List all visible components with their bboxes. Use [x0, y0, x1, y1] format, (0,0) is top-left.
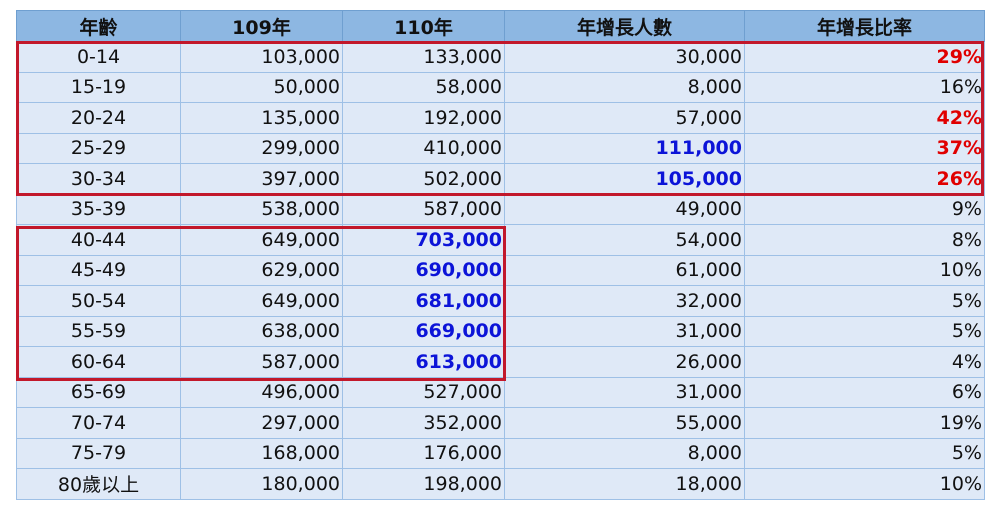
- table-row: 15-19 50,000 58,000 8,000 16%: [16, 71, 985, 103]
- age-cell: 40-44: [16, 224, 181, 256]
- growth-rate-cell: 10%: [744, 468, 985, 500]
- population-growth-table: 年齡 109年 110年 年增長人數 年增長比率 0-14 103,000 133,…: [16, 10, 985, 500]
- increase-cell: 32,000: [504, 285, 745, 317]
- growth-rate-cell: 5%: [744, 315, 985, 347]
- year-109-cell: 397,000: [180, 163, 343, 195]
- table-row: 30-34 397,000 502,000 105,000 26%: [16, 163, 985, 195]
- age-cell: 60-64: [16, 346, 181, 378]
- table-row: 40-44 649,000 703,000 54,000 8%: [16, 224, 985, 256]
- table-row: 65-69 496,000 527,000 31,000 6%: [16, 376, 985, 408]
- increase-cell: 18,000: [504, 468, 745, 500]
- table-row: 60-64 587,000 613,000 26,000 4%: [16, 346, 985, 378]
- growth-rate-cell: 29%: [744, 41, 985, 73]
- growth-rate-cell: 9%: [744, 193, 985, 225]
- age-cell: 50-54: [16, 285, 181, 317]
- growth-rate-cell: 4%: [744, 346, 985, 378]
- year-109-cell: 299,000: [180, 132, 343, 164]
- year-109-cell: 638,000: [180, 315, 343, 347]
- table-row: 25-29 299,000 410,000 111,000 37%: [16, 132, 985, 164]
- table-row: 80歲以上 180,000 198,000 18,000 10%: [16, 468, 985, 500]
- population-table-container: 年齡 109年 110年 年增長人數 年增長比率 0-14 103,000 133,…: [16, 10, 985, 500]
- table-row: 20-24 135,000 192,000 57,000 42%: [16, 102, 985, 134]
- increase-cell: 55,000: [504, 407, 745, 439]
- increase-cell: 31,000: [504, 315, 745, 347]
- increase-cell: 61,000: [504, 254, 745, 286]
- age-cell: 25-29: [16, 132, 181, 164]
- table-row: 75-79 168,000 176,000 8,000 5%: [16, 437, 985, 469]
- increase-cell: 105,000: [504, 163, 745, 195]
- growth-rate-cell: 26%: [744, 163, 985, 195]
- age-cell: 20-24: [16, 102, 181, 134]
- year-109-cell: 168,000: [180, 437, 343, 469]
- age-cell: 0-14: [16, 41, 181, 73]
- table-row: 55-59 638,000 669,000 31,000 5%: [16, 315, 985, 347]
- header-age: 年齡: [16, 10, 181, 42]
- growth-rate-cell: 37%: [744, 132, 985, 164]
- age-cell: 65-69: [16, 376, 181, 408]
- header-annual-increase: 年增長人數: [504, 10, 745, 42]
- year-109-cell: 297,000: [180, 407, 343, 439]
- year-110-cell: 587,000: [342, 193, 505, 225]
- year-110-cell: 527,000: [342, 376, 505, 408]
- year-110-cell: 133,000: [342, 41, 505, 73]
- increase-cell: 31,000: [504, 376, 745, 408]
- year-109-cell: 649,000: [180, 224, 343, 256]
- age-cell: 30-34: [16, 163, 181, 195]
- year-110-cell: 502,000: [342, 163, 505, 195]
- growth-rate-cell: 8%: [744, 224, 985, 256]
- year-109-cell: 180,000: [180, 468, 343, 500]
- increase-cell: 8,000: [504, 71, 745, 103]
- increase-cell: 54,000: [504, 224, 745, 256]
- year-109-cell: 496,000: [180, 376, 343, 408]
- year-110-cell: 703,000: [342, 224, 505, 256]
- year-110-cell: 410,000: [342, 132, 505, 164]
- header-annual-growth-rate: 年增長比率: [744, 10, 985, 42]
- increase-cell: 8,000: [504, 437, 745, 469]
- age-cell: 15-19: [16, 71, 181, 103]
- age-cell: 55-59: [16, 315, 181, 347]
- year-110-cell: 58,000: [342, 71, 505, 103]
- growth-rate-cell: 19%: [744, 407, 985, 439]
- year-109-cell: 103,000: [180, 41, 343, 73]
- year-110-cell: 198,000: [342, 468, 505, 500]
- year-110-cell: 669,000: [342, 315, 505, 347]
- increase-cell: 30,000: [504, 41, 745, 73]
- year-110-cell: 613,000: [342, 346, 505, 378]
- growth-rate-cell: 6%: [744, 376, 985, 408]
- year-110-cell: 192,000: [342, 102, 505, 134]
- year-110-cell: 681,000: [342, 285, 505, 317]
- year-109-cell: 538,000: [180, 193, 343, 225]
- table-row: 35-39 538,000 587,000 49,000 9%: [16, 193, 985, 225]
- age-cell: 70-74: [16, 407, 181, 439]
- increase-cell: 26,000: [504, 346, 745, 378]
- year-109-cell: 629,000: [180, 254, 343, 286]
- year-109-cell: 135,000: [180, 102, 343, 134]
- table-row: 70-74 297,000 352,000 55,000 19%: [16, 407, 985, 439]
- year-109-cell: 587,000: [180, 346, 343, 378]
- table-body: 0-14 103,000 133,000 30,000 29% 15-19 50,000 58…: [16, 41, 985, 500]
- year-109-cell: 50,000: [180, 71, 343, 103]
- table-row: 45-49 629,000 690,000 61,000 10%: [16, 254, 985, 286]
- table-row: 50-54 649,000 681,000 32,000 5%: [16, 285, 985, 317]
- growth-rate-cell: 16%: [744, 71, 985, 103]
- year-110-cell: 690,000: [342, 254, 505, 286]
- age-cell: 35-39: [16, 193, 181, 225]
- increase-cell: 49,000: [504, 193, 745, 225]
- increase-cell: 111,000: [504, 132, 745, 164]
- growth-rate-cell: 5%: [744, 285, 985, 317]
- header-row: 年齡 109年 110年 年增長人數 年增長比率: [16, 10, 985, 42]
- year-110-cell: 352,000: [342, 407, 505, 439]
- year-109-cell: 649,000: [180, 285, 343, 317]
- year-110-cell: 176,000: [342, 437, 505, 469]
- age-cell: 75-79: [16, 437, 181, 469]
- growth-rate-cell: 10%: [744, 254, 985, 286]
- table-row: 0-14 103,000 133,000 30,000 29%: [16, 41, 985, 73]
- increase-cell: 57,000: [504, 102, 745, 134]
- growth-rate-cell: 42%: [744, 102, 985, 134]
- age-cell: 80歲以上: [16, 468, 181, 500]
- age-cell: 45-49: [16, 254, 181, 286]
- header-year-109: 109年: [180, 10, 343, 42]
- header-year-110: 110年: [342, 10, 505, 42]
- growth-rate-cell: 5%: [744, 437, 985, 469]
